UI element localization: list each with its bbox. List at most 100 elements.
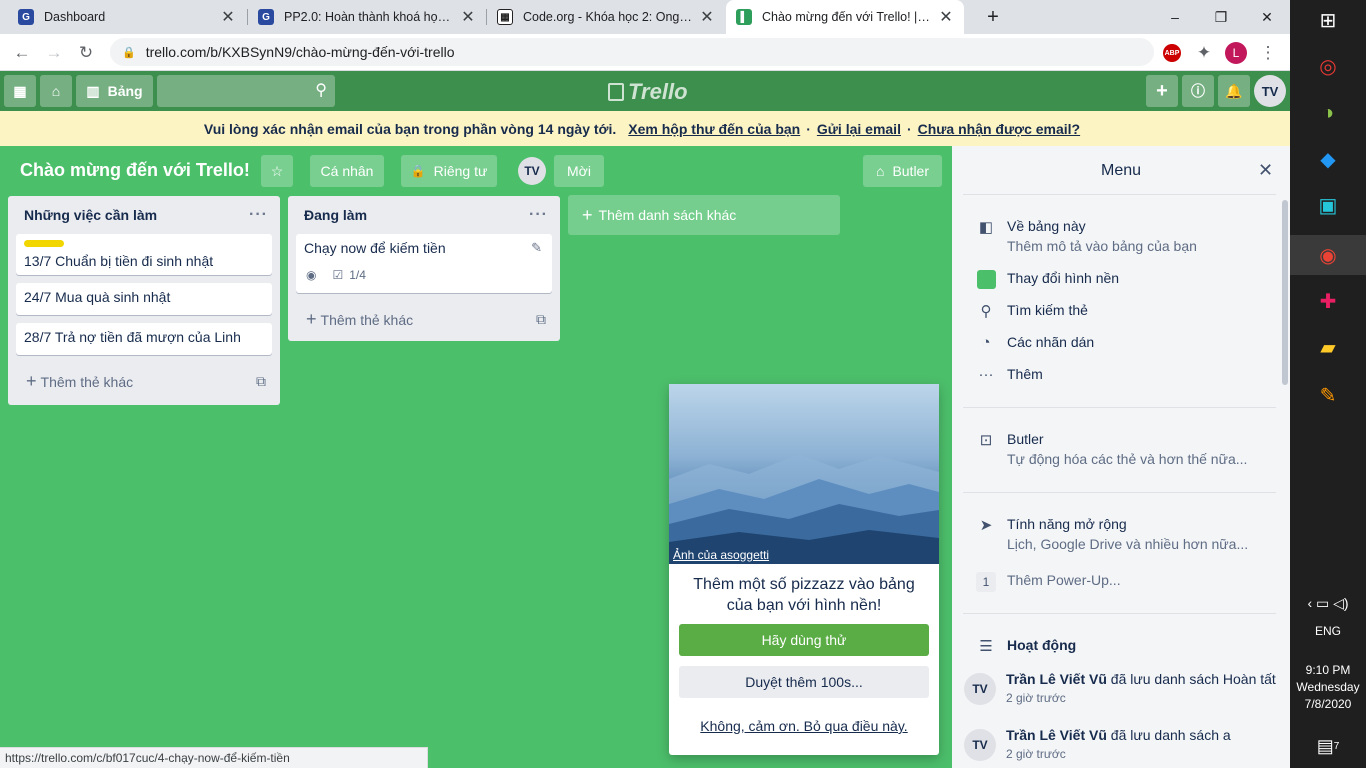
adblock-icon[interactable]: ABP [1163,44,1181,62]
green-app-icon[interactable]: ◑ [1310,95,1346,131]
card[interactable]: Chạy now để kiếm tiền ✎ ◉ ☑ 1/4 [296,234,552,293]
menu-search-cards[interactable]: ⚲ Tìm kiếm thẻ [976,302,1088,320]
star-board-icon[interactable]: ☆ [261,155,293,187]
close-tab-icon[interactable]: ✕ [460,7,476,27]
member-avatar[interactable]: TV [1254,75,1286,107]
search-input[interactable]: ⚲ [157,75,335,107]
menu-add-powerup[interactable]: 1 Thêm Power-Up... [976,572,1121,592]
activity-time[interactable]: 2 giờ trước [1006,691,1276,705]
reload-icon[interactable]: ↻ [72,39,100,67]
card[interactable]: 28/7 Trả nợ tiền đã mượn của Linh [16,323,272,355]
forward-arrow-icon[interactable]: → [40,39,68,67]
menu-item-label: Thêm [1007,366,1043,382]
tab-favicon-icon: G [258,9,274,25]
apps-grid-icon[interactable]: ▦ [4,75,36,107]
vscode-icon[interactable]: ◆ [1310,141,1346,177]
menu-title: Menu [1100,162,1142,179]
profile-avatar[interactable]: L [1225,42,1247,64]
notifications-bell-icon[interactable]: 🔔 [1218,75,1250,107]
menu-stickers[interactable]: ◔ Các nhãn dán [976,334,1094,351]
powerup-count-badge: 1 [976,572,996,592]
privacy-label: Riêng tư [433,163,488,179]
file-explorer-icon[interactable]: ▰ [1310,329,1346,365]
view-inbox-link[interactable]: Xem hộp thư đến của bạn [628,121,800,137]
garena-icon[interactable]: ◎ [1310,48,1346,84]
menu-change-background[interactable]: Thay đổi hình nền [976,270,1119,293]
privacy-button[interactable]: 🔒 Riêng tư [401,155,497,187]
activity-time[interactable]: 2 giờ trước [1006,747,1231,761]
resend-email-link[interactable]: Gửi lại email [817,121,901,137]
card[interactable]: 13/7 Chuẩn bị tiền đi sinh nhật [16,234,272,275]
language-indicator[interactable]: ENG [1290,624,1366,638]
add-list-button[interactable]: + Thêm danh sách khác [568,195,840,235]
menu-scrollbar[interactable] [1282,200,1288,385]
search-icon: ⚲ [980,303,992,320]
maximize-button[interactable]: ❐ [1198,0,1244,34]
info-icon[interactable]: ⓘ [1182,75,1214,107]
close-menu-icon[interactable]: ✕ [1258,160,1273,181]
windows-start-icon[interactable]: ⊞ [1310,2,1346,38]
webstorm-icon[interactable]: ▣ [1310,187,1346,223]
menu-powerups[interactable]: ➤ Tính năng mở rộng Lịch, Google Drive và… [976,516,1248,552]
menu-butler[interactable]: ⊡ Butler Tự động hóa các thẻ và hơn thế n… [976,431,1248,467]
action-center-icon[interactable]: ▤ 7 [1310,728,1346,764]
address-bar[interactable]: 🔒 trello.com/b/KXBSynN9/chào-mừng-đến-vớ… [110,38,1154,66]
tab-favicon-icon: ▌ [736,9,752,25]
team-visibility-button[interactable]: Cá nhân [310,155,384,187]
menu-item-sub: Thêm mô tả vào bảng của bạn [1007,238,1197,254]
browse-more-button[interactable]: Duyệt thêm 100s... [679,666,929,698]
list-title[interactable]: Đang làm [304,207,367,223]
edit-pencil-icon[interactable]: ✎ [531,240,542,256]
butler-button[interactable]: ⌂ Butler [863,155,942,187]
chrome-taskbar-icon[interactable]: ◉ [1290,235,1366,275]
slack-icon[interactable]: ✚ [1310,283,1346,319]
activity-avatar[interactable]: TV [964,729,996,761]
back-arrow-icon[interactable]: ← [8,39,36,67]
add-card-button[interactable]: + Thêm thẻ khác ⧉ [288,301,560,337]
template-card-icon[interactable]: ⧉ [536,311,546,328]
board-title[interactable]: Chào mừng đến với Trello! [20,160,250,181]
close-tab-icon[interactable]: ✕ [699,7,715,27]
menu-item-sub: Tự động hóa các thẻ và hơn thế nữa... [1007,451,1248,467]
create-plus-icon[interactable]: + [1146,75,1178,107]
plus-icon: + [306,308,317,329]
try-it-button[interactable]: Hãy dùng thử [679,624,929,656]
template-card-icon[interactable]: ⧉ [256,373,266,390]
close-tab-icon[interactable]: ✕ [938,7,954,27]
no-email-link[interactable]: Chưa nhận được email? [918,121,1080,137]
close-tab-icon[interactable]: ✕ [220,7,236,27]
menu-activity-header: ☰ Hoạt động [976,637,1076,655]
browser-tab-trello[interactable]: ▌ Chào mừng đến với Trello! | Trello ✕ [726,0,964,34]
activity-user[interactable]: Trần Lê Viết Vũ [1006,727,1107,743]
paint-icon[interactable]: ✎ [1310,377,1346,413]
system-tray-icons[interactable]: ‹ ▭ ◁) [1298,585,1358,621]
browser-tab-pp20[interactable]: G PP2.0: Hoàn thành khoá học 2 trê ✕ [248,0,486,34]
tab-favicon-icon: ▦ [497,9,513,25]
menu-more[interactable]: ··· Thêm [976,366,1043,383]
browser-tab-dashboard[interactable]: G Dashboard ✕ [8,0,246,34]
add-card-button[interactable]: + Thêm thẻ khác ⧉ [8,363,280,399]
browser-menu-icon[interactable]: ⋮ [1254,39,1282,67]
home-icon[interactable]: ⌂ [40,75,72,107]
activity-user[interactable]: Trần Lê Viết Vũ [1006,671,1107,687]
plus-icon: + [26,370,37,391]
trello-logo[interactable]: Trello [608,79,688,105]
photo-credit-link[interactable]: Ảnh của asoggetti [673,548,769,562]
list-title[interactable]: Những việc cần làm [24,207,157,223]
extensions-puzzle-icon[interactable]: ✦ [1190,39,1218,67]
browser-tab-codeorg[interactable]: ▦ Code.org - Khóa học 2: Ong: vòn ✕ [487,0,725,34]
invite-button[interactable]: Mời [554,155,604,187]
boards-button[interactable]: ▥ Bảng [76,75,153,107]
new-tab-button[interactable]: + [970,0,1016,34]
minimize-button[interactable]: – [1152,0,1198,34]
clock[interactable]: 9:10 PM Wednesday 7/8/2020 [1290,662,1366,713]
close-window-button[interactable]: ✕ [1244,0,1290,34]
card[interactable]: 24/7 Mua quà sinh nhật [16,283,272,315]
list-menu-icon[interactable]: ··· [249,206,268,224]
list-menu-icon[interactable]: ··· [529,206,548,224]
activity-avatar[interactable]: TV [964,673,996,705]
menu-about-board[interactable]: ◧ Về bảng này Thêm mô tả vào bảng của bạn [976,218,1197,254]
dismiss-link[interactable]: Không, cảm ơn. Bỏ qua điều này. [679,710,929,742]
search-icon[interactable]: ⚲ [315,80,327,100]
board-member-avatar[interactable]: TV [518,157,546,185]
